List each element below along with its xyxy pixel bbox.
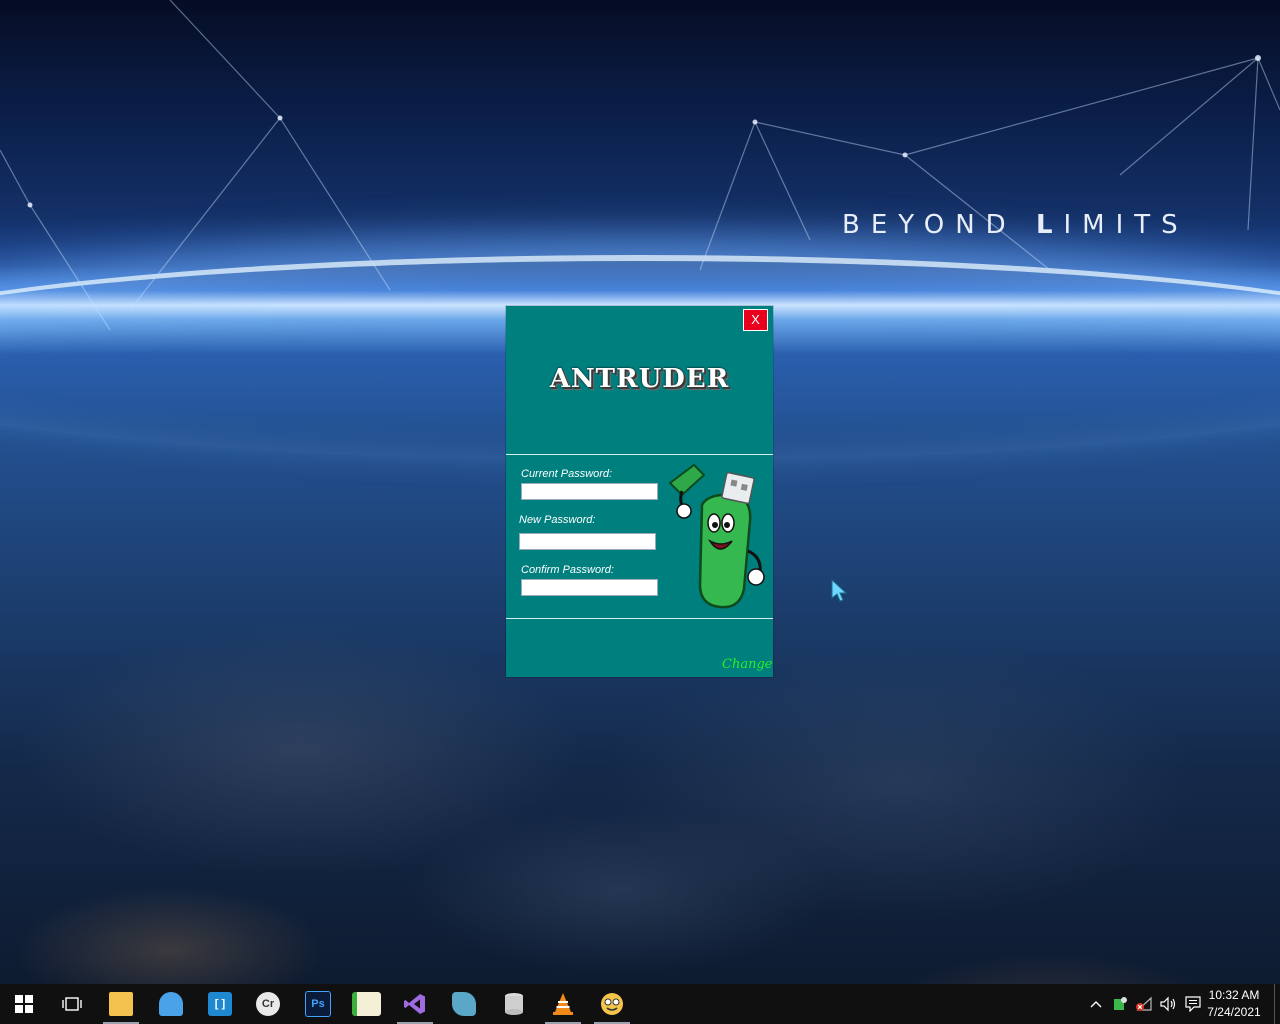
network-button[interactable] [1134,994,1154,1014]
mouse-cursor-icon [831,579,848,602]
new-password-label: New Password: [519,514,596,526]
puzzle-app-icon [452,992,476,1016]
clock-date: 7/24/2021 [1207,1005,1261,1019]
tray-app-icon [1114,997,1127,1010]
current-password-field[interactable] [521,483,658,500]
divider-bottom [506,618,773,619]
ps-icon: Ps [305,991,331,1017]
close-button[interactable]: X [743,309,768,331]
antruder-window: X ANTRUDER Current Password: New Passwor… [506,306,773,677]
clock-time: 10:32 AM [1208,988,1260,1002]
windows-logo-icon [15,995,33,1013]
new-password-field[interactable] [519,533,656,550]
wallpaper-slogan: BEYOND LIMITS [842,210,1189,240]
cloud-app-icon [159,992,183,1016]
show-hidden-icons-button[interactable] [1086,994,1106,1014]
app-logo: ANTRUDER [549,364,730,394]
taskbar-photoshop[interactable]: Ps [294,984,342,1024]
taskbar-app-bracket[interactable]: [ ] [196,984,244,1024]
chevron-up-icon [1090,1001,1102,1008]
usb-mascot-icon [668,463,765,609]
taskbar-app-puzzle[interactable] [440,984,488,1024]
vlc-icon [553,993,573,1015]
taskbar-visual-studio[interactable] [391,984,439,1024]
folder-icon [109,992,133,1016]
taskbar: [ ] Cr Ps 10:32 AM 7/24/2021 [0,984,1280,1024]
bracket-app-icon: [ ] [208,992,232,1016]
divider-top [506,454,773,455]
notification-icon [1185,996,1201,1012]
taskbar-app-database[interactable] [490,984,538,1024]
show-desktop-button[interactable] [1274,984,1280,1024]
chart-app-icon [351,992,381,1016]
confirm-password-label: Confirm Password: [521,564,614,576]
start-button[interactable] [0,984,48,1024]
taskbar-app-cloud[interactable] [147,984,195,1024]
task-view-button[interactable] [48,984,96,1024]
taskbar-vlc[interactable] [539,984,587,1024]
smiley-app-icon [601,993,623,1015]
taskbar-app-cr[interactable]: Cr [244,984,292,1024]
action-center-button[interactable] [1183,994,1203,1014]
speaker-icon [1160,996,1176,1012]
taskbar-clock[interactable]: 10:32 AM 7/24/2021 [1206,987,1262,1021]
cr-app-icon: Cr [256,992,280,1016]
taskbar-app-chart[interactable] [342,984,390,1024]
database-icon [505,993,523,1015]
taskbar-file-explorer[interactable] [97,984,145,1024]
confirm-password-field[interactable] [521,579,658,596]
network-disconnected-icon [1136,996,1152,1011]
vs-icon [404,994,425,1014]
taskbar-app-smiley[interactable] [588,984,636,1024]
change-button[interactable]: Change [722,657,772,672]
task-view-icon [62,997,82,1011]
volume-button[interactable] [1158,994,1178,1014]
current-password-label: Current Password: [521,468,613,480]
tray-app-icon-button[interactable] [1110,994,1130,1014]
